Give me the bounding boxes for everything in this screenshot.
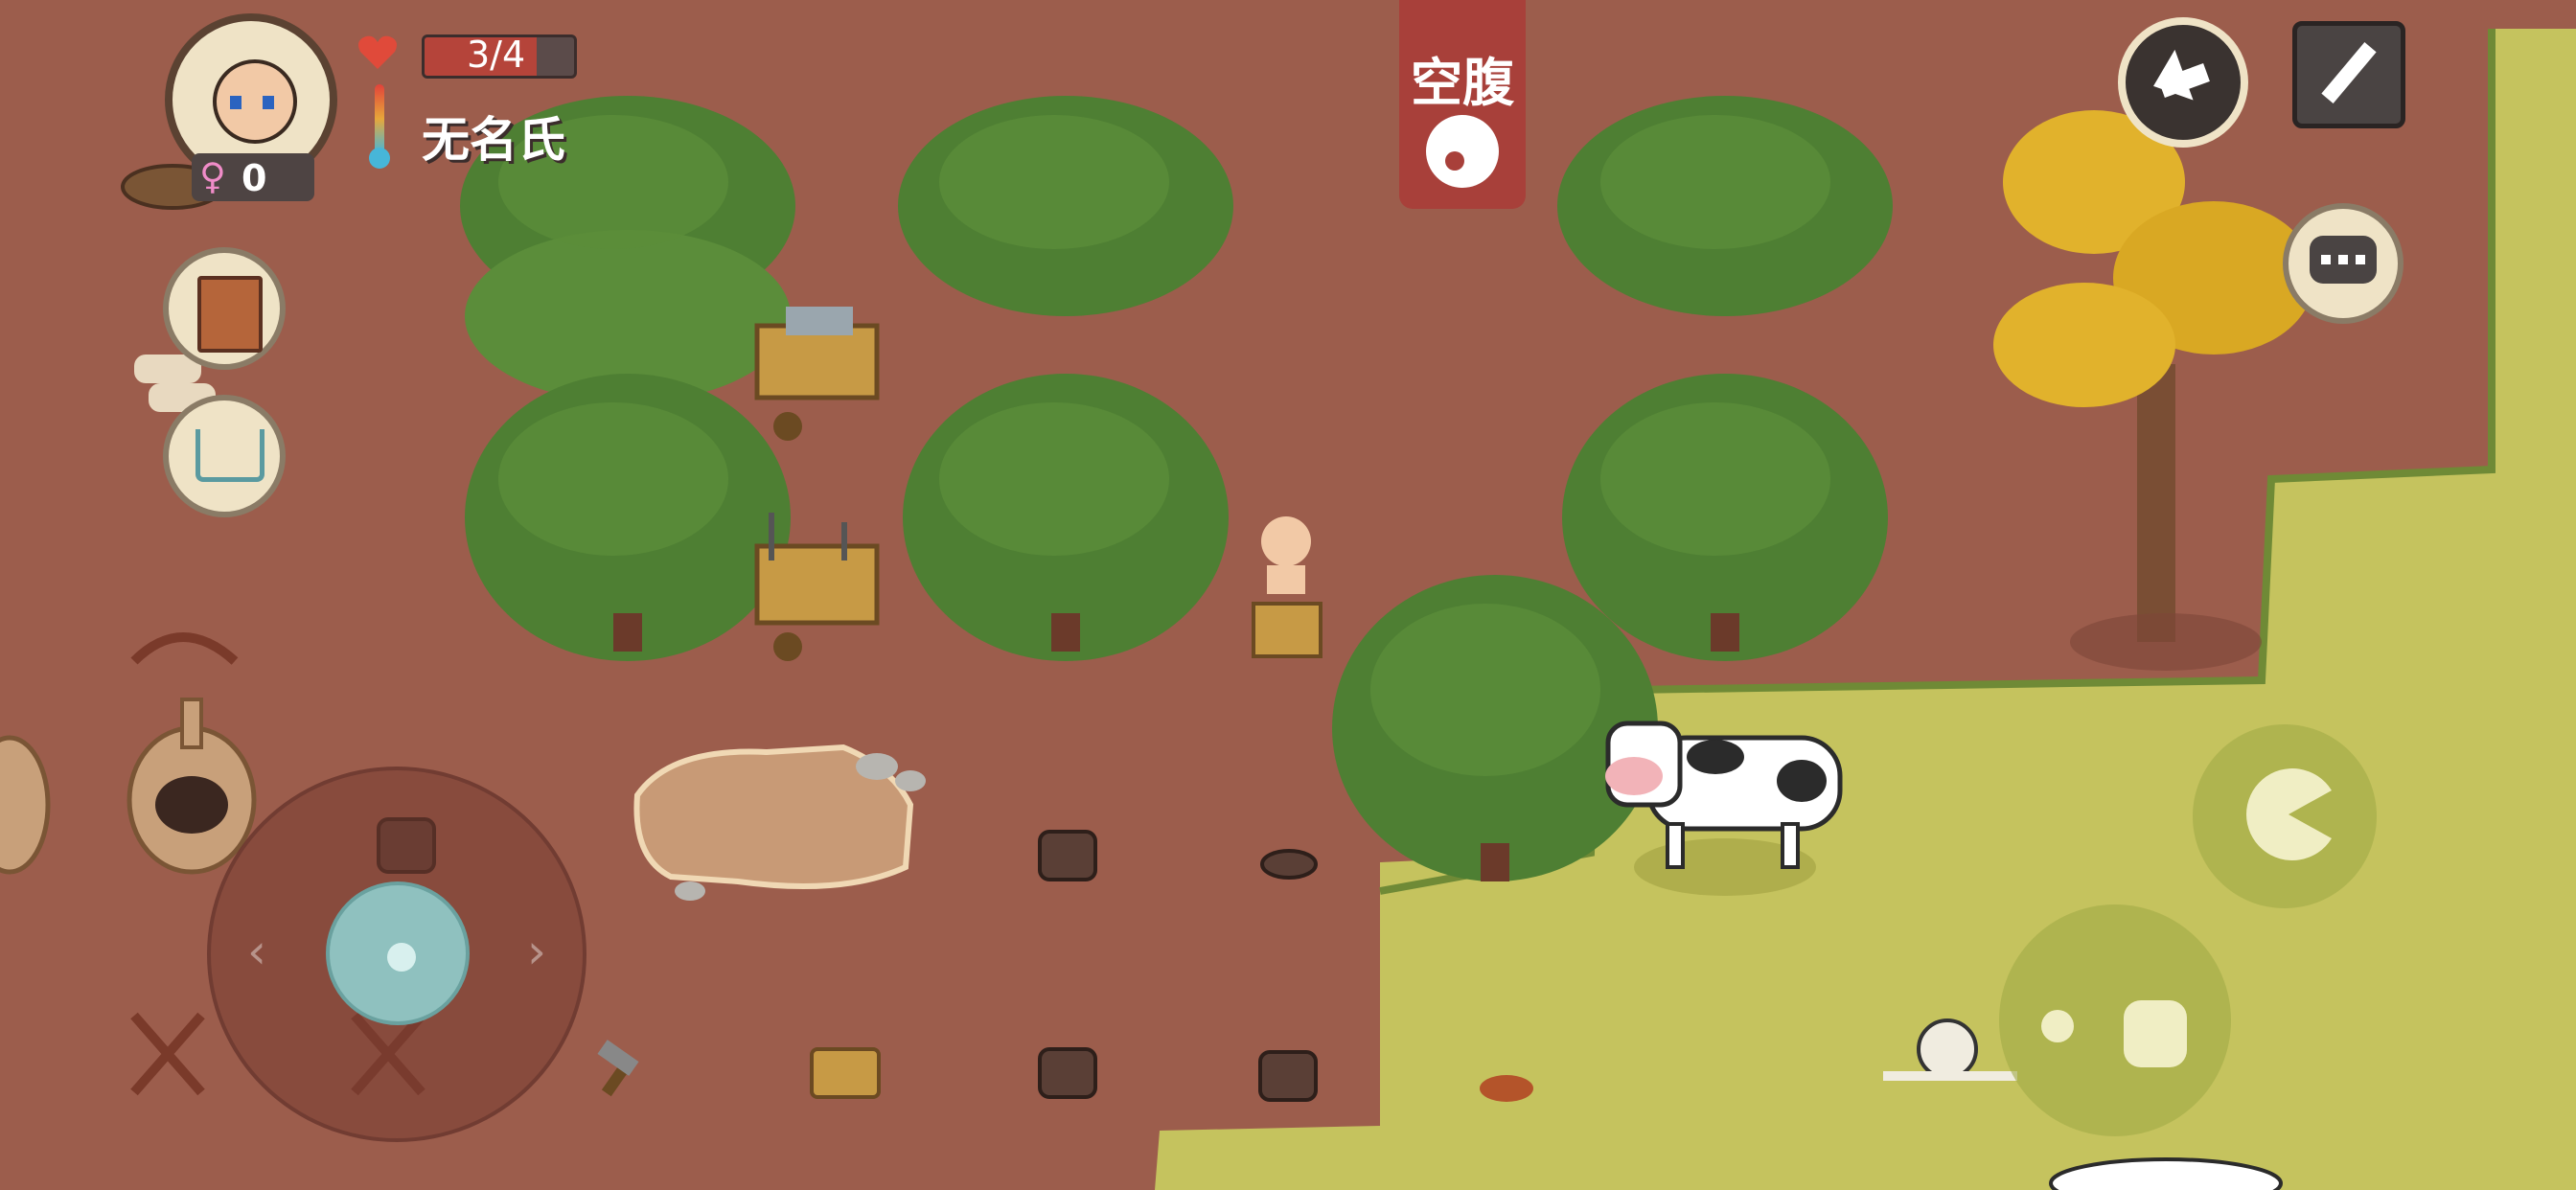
pacman-eat-icon <box>2246 768 2332 860</box>
generation-badge: ♀ 0 <box>192 153 314 201</box>
eat-button[interactable] <box>2193 724 2377 908</box>
journal-button[interactable] <box>163 247 286 370</box>
joystick-left-arrow-icon: ‹ <box>247 924 266 979</box>
health-text: 3/4 <box>467 34 526 76</box>
shop-button[interactable] <box>163 395 286 517</box>
book-icon <box>197 276 263 353</box>
throw-hand-icon <box>2124 1000 2187 1067</box>
joystick-right-arrow-icon: › <box>527 924 546 979</box>
hungry-face-icon <box>1426 115 1499 188</box>
hunger-status-banner: 空腹 <box>1399 0 1526 209</box>
cart-icon <box>196 429 264 482</box>
player-name: 无名氏 <box>422 112 565 168</box>
baby-face-icon <box>213 59 297 144</box>
hunger-label: 空腹 <box>1411 53 1514 113</box>
gender-icon: ♀ <box>199 155 226 197</box>
health-bar: 3/4 <box>422 34 577 79</box>
wrench-icon <box>2321 42 2377 103</box>
virtual-joystick[interactable]: ‹ › <box>207 767 586 1142</box>
chat-bubble-icon <box>2310 236 2377 284</box>
generation-count: 0 <box>242 157 267 199</box>
joystick-thumb[interactable] <box>326 881 470 1025</box>
heart-icon <box>356 33 399 71</box>
use-item-button[interactable] <box>1999 904 2231 1136</box>
thermometer-icon <box>367 84 392 171</box>
back-button[interactable] <box>2118 17 2248 148</box>
settings-button[interactable] <box>2292 21 2405 128</box>
chat-button[interactable] <box>2283 203 2404 324</box>
